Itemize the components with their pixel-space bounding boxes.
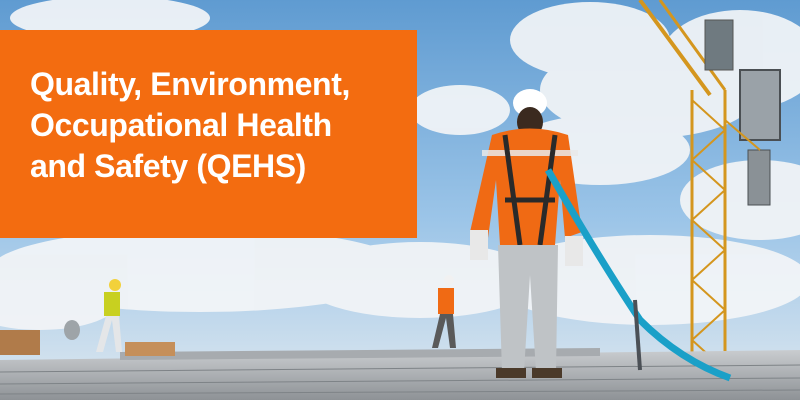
title-line-2: Occupational Health [30, 107, 332, 143]
title-line-1: Quality, Environment, [30, 66, 350, 102]
title-line-3: and Safety (QEHS) [30, 148, 306, 184]
qehs-banner: Quality, Environment, Occupational Healt… [0, 0, 800, 400]
title-banner: Quality, Environment, Occupational Healt… [0, 30, 417, 238]
